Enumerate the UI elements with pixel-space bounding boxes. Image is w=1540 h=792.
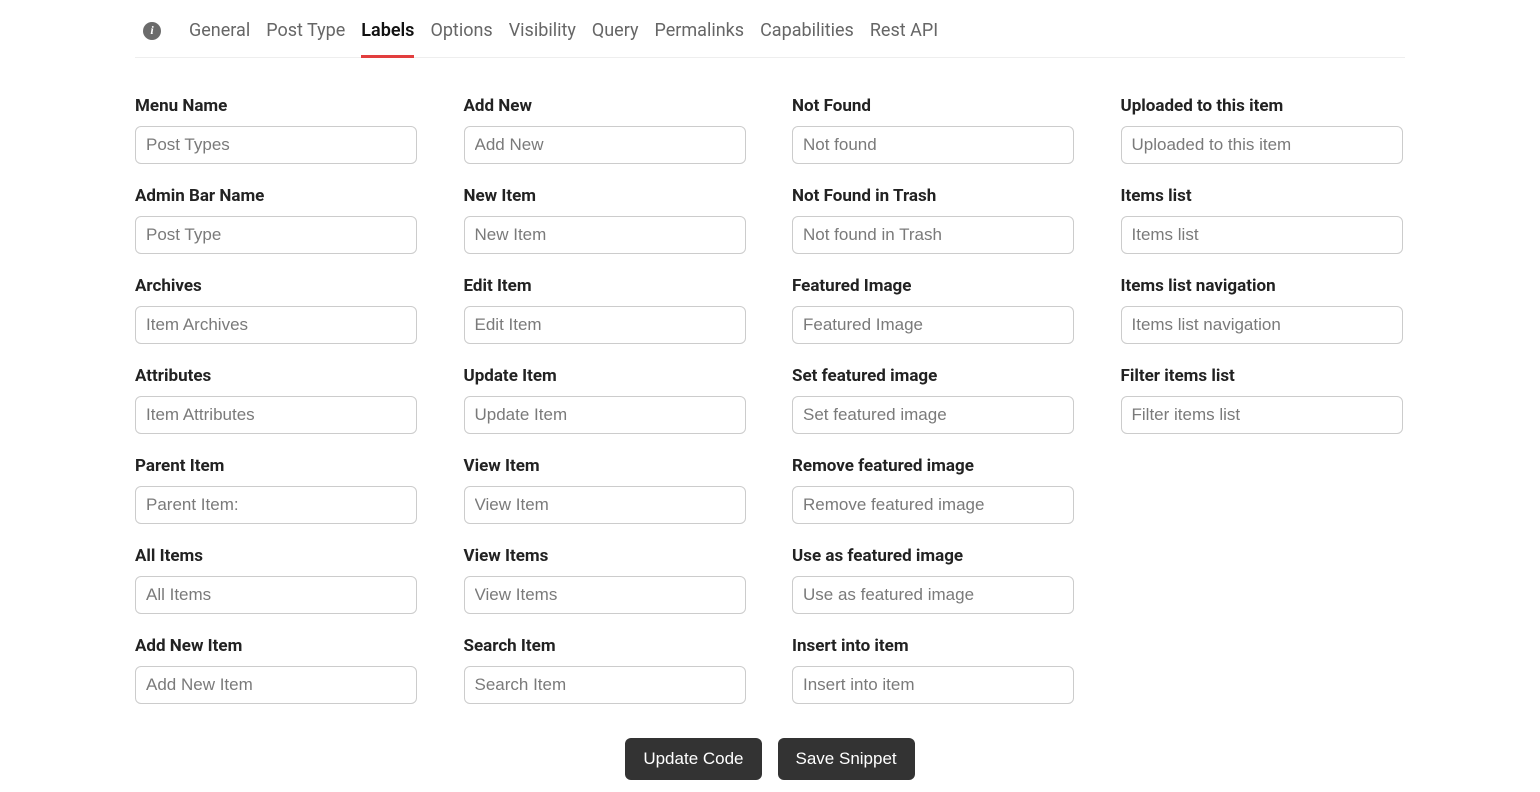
field-label: Remove featured image <box>792 456 1077 476</box>
field-label: Uploaded to this item <box>1121 96 1406 116</box>
field-search-item: Search Item <box>464 636 749 704</box>
field-set-featured-image: Set featured image <box>792 366 1077 434</box>
tab-visibility[interactable]: Visibility <box>509 14 576 47</box>
field-menu-name: Menu Name <box>135 96 420 164</box>
input-update-item[interactable] <box>464 396 746 434</box>
actions-bar: Update Code Save Snippet <box>135 726 1405 792</box>
field-items-list-navigation: Items list navigation <box>1121 276 1406 344</box>
tab-capabilities[interactable]: Capabilities <box>760 14 854 47</box>
labels-form-grid: Menu Name Admin Bar Name Archives Attrib… <box>135 58 1405 726</box>
tab-rest-api[interactable]: Rest API <box>870 14 938 47</box>
field-not-found: Not Found <box>792 96 1077 164</box>
labels-panel: i General Post Type Labels Options Visib… <box>135 0 1405 792</box>
form-column: Menu Name Admin Bar Name Archives Attrib… <box>135 96 420 726</box>
input-uploaded-to-item[interactable] <box>1121 126 1403 164</box>
field-filter-items-list: Filter items list <box>1121 366 1406 434</box>
field-add-new: Add New <box>464 96 749 164</box>
field-insert-into-item: Insert into item <box>792 636 1077 704</box>
form-column: Not Found Not Found in Trash Featured Im… <box>792 96 1077 726</box>
tab-general[interactable]: General <box>189 14 250 47</box>
update-code-button[interactable]: Update Code <box>625 738 761 780</box>
field-new-item: New Item <box>464 186 749 254</box>
field-archives: Archives <box>135 276 420 344</box>
input-insert-into-item[interactable] <box>792 666 1074 704</box>
input-set-featured-image[interactable] <box>792 396 1074 434</box>
input-all-items[interactable] <box>135 576 417 614</box>
form-column: Uploaded to this item Items list Items l… <box>1121 96 1406 726</box>
input-view-items[interactable] <box>464 576 746 614</box>
field-uploaded-to-item: Uploaded to this item <box>1121 96 1406 164</box>
field-admin-bar-name: Admin Bar Name <box>135 186 420 254</box>
input-use-as-featured-image[interactable] <box>792 576 1074 614</box>
field-label: Archives <box>135 276 420 296</box>
tabs-bar: i General Post Type Labels Options Visib… <box>135 14 1405 58</box>
field-label: New Item <box>464 186 749 206</box>
tab-options[interactable]: Options <box>430 14 492 47</box>
field-label: Search Item <box>464 636 749 656</box>
input-attributes[interactable] <box>135 396 417 434</box>
input-not-found-trash[interactable] <box>792 216 1074 254</box>
field-label: Featured Image <box>792 276 1077 296</box>
input-items-list-navigation[interactable] <box>1121 306 1403 344</box>
field-view-items: View Items <box>464 546 749 614</box>
form-column: Add New New Item Edit Item Update Item V… <box>464 96 749 726</box>
input-filter-items-list[interactable] <box>1121 396 1403 434</box>
input-remove-featured-image[interactable] <box>792 486 1074 524</box>
field-featured-image: Featured Image <box>792 276 1077 344</box>
field-label: Insert into item <box>792 636 1077 656</box>
field-edit-item: Edit Item <box>464 276 749 344</box>
input-search-item[interactable] <box>464 666 746 704</box>
field-label: Use as featured image <box>792 546 1077 566</box>
input-add-new-item[interactable] <box>135 666 417 704</box>
field-add-new-item: Add New Item <box>135 636 420 704</box>
field-update-item: Update Item <box>464 366 749 434</box>
field-view-item: View Item <box>464 456 749 524</box>
field-items-list: Items list <box>1121 186 1406 254</box>
input-parent-item[interactable] <box>135 486 417 524</box>
input-archives[interactable] <box>135 306 417 344</box>
tab-labels[interactable]: Labels <box>361 14 414 47</box>
input-edit-item[interactable] <box>464 306 746 344</box>
field-label: Set featured image <box>792 366 1077 386</box>
input-admin-bar-name[interactable] <box>135 216 417 254</box>
tab-query[interactable]: Query <box>592 14 639 47</box>
input-not-found[interactable] <box>792 126 1074 164</box>
field-label: All Items <box>135 546 420 566</box>
input-menu-name[interactable] <box>135 126 417 164</box>
input-view-item[interactable] <box>464 486 746 524</box>
input-items-list[interactable] <box>1121 216 1403 254</box>
field-label: Add New <box>464 96 749 116</box>
field-label: View Items <box>464 546 749 566</box>
field-label: Items list navigation <box>1121 276 1406 296</box>
field-label: Filter items list <box>1121 366 1406 386</box>
field-remove-featured-image: Remove featured image <box>792 456 1077 524</box>
field-label: Not Found in Trash <box>792 186 1077 206</box>
field-label: Update Item <box>464 366 749 386</box>
field-use-as-featured-image: Use as featured image <box>792 546 1077 614</box>
field-label: Items list <box>1121 186 1406 206</box>
info-icon[interactable]: i <box>143 22 161 40</box>
field-all-items: All Items <box>135 546 420 614</box>
field-label: Add New Item <box>135 636 420 656</box>
field-not-found-trash: Not Found in Trash <box>792 186 1077 254</box>
tab-post-type[interactable]: Post Type <box>266 14 345 47</box>
tab-permalinks[interactable]: Permalinks <box>655 14 745 47</box>
field-label: Parent Item <box>135 456 420 476</box>
input-featured-image[interactable] <box>792 306 1074 344</box>
field-label: Admin Bar Name <box>135 186 420 206</box>
input-add-new[interactable] <box>464 126 746 164</box>
field-label: Not Found <box>792 96 1077 116</box>
save-snippet-button[interactable]: Save Snippet <box>778 738 915 780</box>
input-new-item[interactable] <box>464 216 746 254</box>
field-label: Menu Name <box>135 96 420 116</box>
field-parent-item: Parent Item <box>135 456 420 524</box>
field-label: Attributes <box>135 366 420 386</box>
field-attributes: Attributes <box>135 366 420 434</box>
field-label: Edit Item <box>464 276 749 296</box>
field-label: View Item <box>464 456 749 476</box>
